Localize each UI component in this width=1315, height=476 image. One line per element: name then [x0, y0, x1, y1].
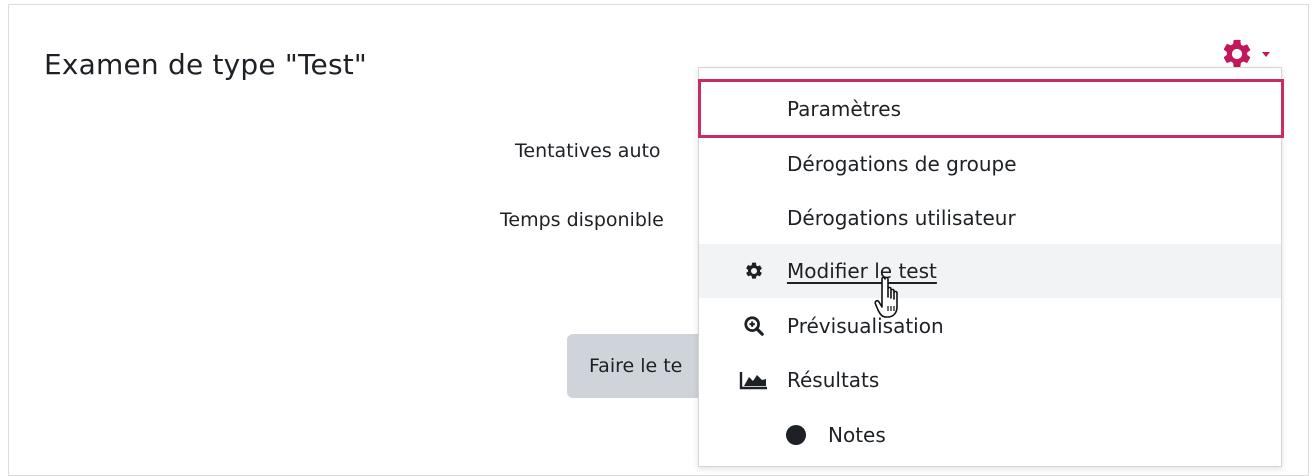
- menu-item-results[interactable]: Résultats: [699, 353, 1281, 407]
- menu-item-label: Notes: [828, 423, 886, 447]
- time-limit-label: Temps disponible: [500, 209, 664, 231]
- menu-item-label: Dérogations utilisateur: [787, 206, 1016, 230]
- menu-item-label: Modifier le test: [787, 259, 937, 283]
- menu-item-label: Résultats: [787, 368, 880, 392]
- menu-item-edit-quiz[interactable]: Modifier le test: [699, 244, 1281, 298]
- menu-item-preview[interactable]: Prévisualisation: [699, 299, 1281, 353]
- dot-icon: [785, 424, 807, 446]
- menu-item-grades[interactable]: Notes: [699, 408, 1281, 462]
- menu-item-label: Prévisualisation: [787, 314, 944, 338]
- menu-item-label: Paramètres: [787, 96, 902, 121]
- area-chart-icon: [739, 369, 769, 391]
- zoom-in-icon: [743, 315, 765, 337]
- menu-item-label: Dérogations de groupe: [787, 152, 1017, 176]
- menu-item-user-overrides[interactable]: Dérogations utilisateur: [699, 191, 1281, 245]
- attempts-allowed-label: Tentatives auto: [515, 140, 661, 162]
- settings-dropdown-menu: Paramètres Dérogations de groupe Dérogat…: [698, 67, 1284, 467]
- menu-item-group-overrides[interactable]: Dérogations de groupe: [699, 137, 1281, 191]
- menu-item-parametres[interactable]: Paramètres: [698, 79, 1284, 138]
- page-title: Examen de type "Test": [44, 48, 368, 81]
- gear-icon: [1220, 37, 1254, 71]
- chevron-down-icon: [1262, 51, 1270, 57]
- gear-icon: [743, 260, 765, 282]
